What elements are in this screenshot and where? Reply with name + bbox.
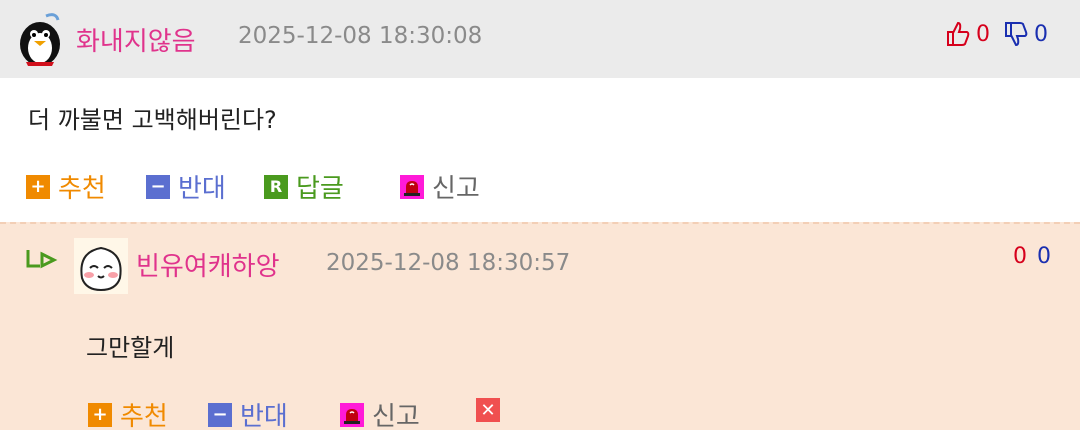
plus-icon: + (88, 402, 112, 427)
comment-1-header: 화내지않음 2025-12-08 18:30:08 0 0 (0, 0, 1080, 78)
nickname[interactable]: 빈유여캐하앙 (136, 246, 280, 283)
reply-arrow-icon (24, 246, 58, 278)
comment-2-reply: 빈유여캐하앙 2025-12-08 18:30:57 0 0 그만할게 + 추천… (0, 222, 1080, 433)
upvote-count: 0 (976, 21, 990, 47)
timestamp: 2025-12-08 18:30:08 (238, 23, 483, 49)
thumbs-down-icon (1002, 20, 1030, 48)
oppose-button[interactable]: − 반대 (146, 168, 226, 205)
report-button[interactable]: 신고 (400, 168, 480, 205)
comment-1: 화내지않음 2025-12-08 18:30:08 0 0 더 까불면 고백해버… (0, 0, 1080, 222)
nickname[interactable]: 화내지않음 (76, 21, 196, 58)
upvote-button[interactable]: 0 (944, 20, 990, 48)
comment-text: 그만할게 (86, 334, 175, 362)
minus-icon: − (208, 402, 232, 427)
recommend-label: 추천 (120, 402, 168, 432)
avatar[interactable] (12, 10, 68, 68)
recommend-label: 추천 (58, 174, 106, 204)
plus-icon: + (26, 174, 50, 199)
recommend-button[interactable]: + 추천 (88, 396, 168, 433)
siren-icon (400, 174, 424, 199)
comment-text: 더 까불면 고백해버린다? (28, 106, 277, 134)
report-label: 신고 (432, 174, 480, 204)
timestamp: 2025-12-08 18:30:57 (326, 250, 571, 276)
oppose-label: 반대 (240, 402, 288, 432)
close-icon: ✕ (476, 398, 500, 422)
reply-button[interactable]: R 답글 (264, 168, 344, 205)
oppose-button[interactable]: − 반대 (208, 396, 288, 433)
reply-icon: R (264, 174, 288, 199)
minus-icon: − (146, 174, 170, 199)
oppose-label: 반대 (178, 174, 226, 204)
siren-icon (340, 402, 364, 427)
report-button[interactable]: 신고 (340, 396, 420, 433)
reply-label: 답글 (296, 174, 344, 204)
thumbs-up-icon (944, 20, 972, 48)
avatar[interactable] (74, 238, 128, 294)
downvote-count[interactable]: 0 (1037, 244, 1051, 269)
downvote-count: 0 (1034, 21, 1048, 47)
downvote-button[interactable]: 0 (1002, 20, 1048, 48)
upvote-count[interactable]: 0 (1013, 244, 1027, 269)
recommend-button[interactable]: + 추천 (26, 168, 106, 205)
delete-button[interactable]: ✕ (476, 398, 508, 422)
report-label: 신고 (372, 402, 420, 432)
